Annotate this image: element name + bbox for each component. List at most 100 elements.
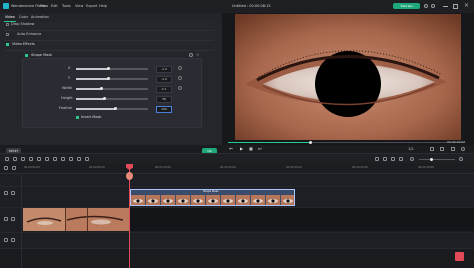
app-logo-icon bbox=[3, 3, 9, 9]
param-x-slider-knob[interactable] bbox=[106, 67, 110, 70]
audio-icon[interactable] bbox=[61, 157, 65, 161]
render-icon[interactable] bbox=[375, 157, 379, 161]
marker-icon[interactable] bbox=[85, 157, 89, 161]
redo-icon[interactable] bbox=[13, 157, 17, 161]
clip-thumbnail-pupil bbox=[271, 199, 275, 203]
param-y-value[interactable]: -1.0 bbox=[156, 76, 172, 83]
ruler-tick: 00:00:20:00 bbox=[286, 166, 302, 169]
remove-effect-icon[interactable]: × bbox=[196, 53, 199, 57]
auto-enhance-toggle[interactable] bbox=[6, 33, 9, 36]
tutorials-button[interactable]: Tutorials bbox=[393, 3, 420, 9]
track-visibility-icon[interactable] bbox=[11, 217, 15, 221]
shape-mask-toggle[interactable] bbox=[25, 54, 28, 57]
preview-progress-fill bbox=[228, 142, 311, 143]
menu-export[interactable]: Export bbox=[86, 4, 97, 9]
fullscreen-icon[interactable] bbox=[451, 147, 455, 151]
volume-icon[interactable] bbox=[440, 147, 444, 151]
clip-thumbnail-pupil bbox=[181, 199, 185, 203]
play-icon[interactable]: ▶ bbox=[240, 147, 243, 151]
param-width-reset-icon[interactable] bbox=[178, 86, 182, 90]
close-icon[interactable]: × bbox=[464, 3, 469, 9]
undo-icon[interactable] bbox=[5, 157, 9, 161]
video-preview[interactable] bbox=[235, 14, 461, 140]
track-visibility-icon[interactable] bbox=[11, 191, 15, 195]
track-lock-icon[interactable] bbox=[4, 238, 8, 242]
reset-effect-icon[interactable] bbox=[189, 53, 193, 57]
menu-help[interactable]: Help bbox=[99, 4, 107, 9]
clip-thumbnail-pupil bbox=[151, 199, 155, 203]
video-clip[interactable] bbox=[23, 208, 130, 231]
cut-icon[interactable] bbox=[29, 157, 33, 161]
param-x-label: X bbox=[68, 66, 71, 70]
menu-view[interactable]: View bbox=[75, 4, 83, 9]
panel-divider bbox=[4, 40, 214, 41]
zoom-slider-knob[interactable] bbox=[430, 158, 433, 161]
video-effects-toggle[interactable] bbox=[6, 43, 9, 46]
param-width-value[interactable]: 0.1 bbox=[156, 86, 172, 93]
track-row bbox=[0, 174, 474, 187]
param-y-slider-knob[interactable] bbox=[106, 77, 110, 80]
param-x-reset-icon[interactable] bbox=[178, 66, 182, 70]
stop-icon[interactable]: ■ bbox=[249, 147, 253, 151]
param-height-label: Height bbox=[61, 96, 73, 100]
zoom-slider[interactable] bbox=[419, 159, 455, 160]
param-feather-value[interactable]: 100 bbox=[156, 106, 172, 113]
add-track-icon[interactable] bbox=[4, 166, 8, 170]
timeline-ruler[interactable]: 00:00:00:00 00:00:05:00 00:00:10:00 00:0… bbox=[0, 163, 474, 174]
effect-clip-label: Shape Mask bbox=[203, 190, 219, 193]
menu-edit[interactable]: Edit bbox=[51, 4, 58, 9]
panel-divider bbox=[4, 30, 214, 31]
invert-mask-label: Invert Mask bbox=[81, 115, 102, 119]
clip-thumbnail-pupil bbox=[166, 199, 170, 203]
param-width-slider-knob[interactable] bbox=[99, 87, 103, 90]
drop-shadow-toggle[interactable] bbox=[6, 23, 9, 26]
previous-frame-icon[interactable]: ⏮ bbox=[229, 147, 233, 151]
menu-file[interactable]: File bbox=[40, 4, 46, 9]
param-x-value[interactable]: -1.0 bbox=[156, 66, 172, 73]
zoom-in-icon[interactable] bbox=[459, 157, 463, 161]
settings-icon[interactable] bbox=[461, 147, 465, 151]
next-frame-icon[interactable]: ⏭ bbox=[258, 147, 262, 151]
green-screen-icon[interactable] bbox=[69, 157, 73, 161]
snapshot-icon[interactable] bbox=[430, 147, 434, 151]
clip-thumbnail-pupil bbox=[241, 199, 245, 203]
title-bar: Wondershare Filmora File Edit Tools View… bbox=[0, 0, 474, 14]
param-feather-slider-fill bbox=[76, 108, 116, 110]
minimize-icon[interactable] bbox=[443, 6, 448, 7]
speed-icon[interactable] bbox=[45, 157, 49, 161]
tab-video[interactable]: Video bbox=[5, 15, 15, 20]
keyframe-icon[interactable] bbox=[77, 157, 81, 161]
tab-color[interactable]: Color bbox=[19, 15, 28, 20]
lightbulb-icon[interactable] bbox=[424, 4, 428, 8]
param-width-slider-fill bbox=[76, 88, 102, 90]
link-icon[interactable] bbox=[12, 166, 16, 170]
track-lock-icon[interactable] bbox=[4, 217, 8, 221]
ruler-tick: 00:00:10:00 bbox=[155, 166, 171, 169]
shield-icon[interactable] bbox=[383, 157, 387, 161]
clip-thumbnail-pupil bbox=[211, 199, 215, 203]
mic-icon[interactable] bbox=[391, 157, 395, 161]
track-lock-icon[interactable] bbox=[4, 191, 8, 195]
maximize-icon[interactable] bbox=[453, 4, 458, 9]
param-y-label: Y bbox=[68, 76, 71, 80]
track-mute-icon[interactable] bbox=[11, 238, 15, 242]
effect-clip[interactable]: Shape Mask bbox=[130, 189, 295, 206]
track-header-divider bbox=[21, 174, 22, 268]
delete-icon[interactable] bbox=[21, 157, 25, 161]
param-y-reset-icon[interactable] bbox=[178, 76, 182, 80]
invert-mask-checkbox[interactable] bbox=[76, 116, 79, 119]
tab-animation[interactable]: Animation bbox=[31, 15, 49, 20]
corner-logo-icon bbox=[455, 252, 464, 261]
menu-tools[interactable]: Tools bbox=[62, 4, 71, 9]
param-feather-label: Feather bbox=[59, 106, 73, 110]
ruler-tick: 00:00:05:00 bbox=[89, 166, 105, 169]
crop-icon[interactable] bbox=[37, 157, 41, 161]
playhead-marker[interactable] bbox=[126, 172, 133, 180]
user-icon[interactable] bbox=[431, 4, 435, 8]
zoom-level[interactable]: 1/2 bbox=[408, 147, 414, 152]
param-height-value[interactable]: 36 bbox=[156, 96, 172, 103]
mixer-icon[interactable] bbox=[399, 157, 403, 161]
color-icon[interactable] bbox=[53, 157, 57, 161]
zoom-out-icon[interactable] bbox=[410, 157, 414, 161]
clip-thumbnail-pupil bbox=[136, 199, 140, 203]
